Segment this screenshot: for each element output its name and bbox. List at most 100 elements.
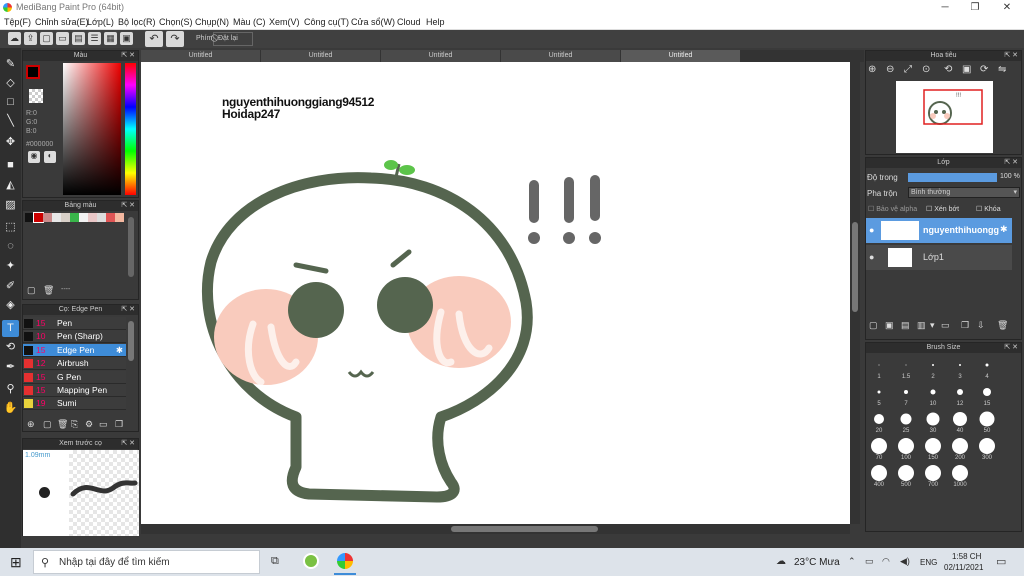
- palette-edit-icon[interactable]: ◐: [44, 151, 56, 163]
- gradient-tool-icon[interactable]: ▨: [2, 197, 19, 214]
- close-button[interactable]: ✕: [992, 0, 1022, 15]
- divide-tool-icon[interactable]: ✒: [2, 359, 19, 376]
- select-pen-icon[interactable]: ✐: [2, 278, 19, 295]
- panel-close-icon[interactable]: ⇱ ✕: [121, 201, 135, 211]
- horizontal-scroll-thumb[interactable]: [451, 526, 598, 532]
- app-icon-green[interactable]: [303, 553, 319, 569]
- frame-icon[interactable]: ▣: [120, 32, 133, 45]
- folder-icon[interactable]: ▭: [941, 320, 950, 331]
- panel-close-icon[interactable]: ⇱ ✕: [1004, 343, 1018, 353]
- brush-size-cell[interactable]: 30: [920, 408, 946, 434]
- brush-size-cell[interactable]: 1.5: [893, 354, 919, 380]
- brush-size-cell[interactable]: 100: [893, 435, 919, 461]
- tab-untitled-1[interactable]: Untitled: [141, 50, 261, 62]
- magic-wand-icon[interactable]: ✦: [2, 258, 19, 275]
- chevron-up-icon[interactable]: ⌃: [848, 556, 856, 567]
- comment-icon[interactable]: ▭: [56, 32, 69, 45]
- brush-delete-icon[interactable]: 🗑: [57, 419, 68, 430]
- new-layer-icon[interactable]: ▢: [869, 320, 878, 331]
- rotate-right-icon[interactable]: ⟳: [980, 64, 988, 75]
- color-saturation-field[interactable]: [63, 63, 121, 195]
- brush-size-cell[interactable]: 70: [866, 435, 892, 461]
- brush-folder-icon[interactable]: ▭: [99, 419, 108, 430]
- menu-view[interactable]: Xem(V): [269, 17, 300, 27]
- palette-picker-icon[interactable]: ◉: [28, 151, 40, 163]
- transparent-color-swatch[interactable]: [29, 89, 43, 103]
- menu-edit[interactable]: Chỉnh sửa(E): [35, 17, 89, 27]
- menu-file[interactable]: Tệp(F): [4, 17, 31, 27]
- hue-slider[interactable]: [125, 63, 136, 195]
- blend-mode-select[interactable]: Bình thường ▾: [908, 187, 1020, 198]
- brush-size-cell[interactable]: 500: [893, 462, 919, 488]
- select-eraser-icon[interactable]: ◈: [2, 297, 19, 314]
- minimize-button[interactable]: ─: [930, 0, 960, 15]
- brush-item-4[interactable]: 15 G Pen: [23, 371, 126, 384]
- brush-item-5[interactable]: 15 Mapping Pen: [23, 384, 126, 397]
- layer-row-text[interactable]: ● nguyenthihuongg ✱: [866, 218, 1012, 243]
- tab-untitled-3[interactable]: Untitled: [381, 50, 501, 62]
- new-canvas-icon[interactable]: ▢: [40, 32, 53, 45]
- volume-icon[interactable]: ◀): [900, 556, 910, 567]
- clipping-checkbox[interactable]: ☐ Xén bớt: [926, 205, 959, 213]
- new-1bit-layer-icon[interactable]: ▥: [917, 320, 926, 331]
- grid-icon[interactable]: ▦: [104, 32, 117, 45]
- panel-close-icon[interactable]: ⇱ ✕: [121, 51, 135, 61]
- undo-icon[interactable]: ↶: [145, 31, 163, 47]
- redo-icon[interactable]: ↷: [166, 31, 184, 47]
- weather-text[interactable]: 23°C Mưa: [794, 557, 840, 568]
- fill-rect-icon[interactable]: ■: [2, 157, 19, 174]
- brush-size-cell[interactable]: 1000: [947, 462, 973, 488]
- menu-cloud[interactable]: Cloud: [397, 17, 421, 27]
- brush-size-cell[interactable]: 300: [974, 435, 1000, 461]
- tab-untitled-2[interactable]: Untitled: [261, 50, 381, 62]
- horizontal-scrollbar[interactable]: [141, 524, 850, 534]
- menu-color[interactable]: Màu (C): [233, 17, 266, 27]
- delete-palette-icon[interactable]: 🗑: [43, 285, 54, 296]
- text-tool-icon[interactable]: T: [2, 320, 19, 337]
- actual-size-icon[interactable]: ⊙: [922, 64, 930, 75]
- tab-untitled-4[interactable]: Untitled: [501, 50, 621, 62]
- fit-icon[interactable]: ⤢: [904, 64, 912, 75]
- brush-size-cell[interactable]: 2: [920, 354, 946, 380]
- brush-size-cell[interactable]: 50: [974, 408, 1000, 434]
- brush-size-cell[interactable]: 40: [947, 408, 973, 434]
- menu-capture[interactable]: Chụp(N): [195, 17, 229, 27]
- merge-layer-icon[interactable]: ⇩: [977, 320, 985, 331]
- panel-close-icon[interactable]: ⇱ ✕: [121, 305, 135, 315]
- layer-dropdown-icon[interactable]: ▾: [930, 320, 935, 331]
- cloud-icon[interactable]: ☁: [8, 32, 21, 45]
- brush-new-icon[interactable]: ▢: [43, 419, 52, 430]
- zoom-in-icon[interactable]: ⊕: [868, 64, 876, 75]
- zoom-out-icon[interactable]: ⊖: [886, 64, 894, 75]
- brush-size-cell[interactable]: 25: [893, 408, 919, 434]
- brush-copy-icon[interactable]: ⎘: [71, 419, 78, 430]
- move-tool-icon[interactable]: ✥: [2, 134, 19, 151]
- brush-size-cell[interactable]: 12: [947, 381, 973, 407]
- menu-select[interactable]: Chọn(S): [159, 17, 193, 27]
- brush-size-cell[interactable]: 200: [947, 435, 973, 461]
- brush-item-1[interactable]: 10 Pen (Sharp): [23, 330, 126, 343]
- brush-item-2[interactable]: 15 Edge Pen ✱: [23, 344, 126, 357]
- taskbar-search[interactable]: ⚲ Nhập tại đây để tìm kiếm: [33, 550, 260, 574]
- flip-icon[interactable]: ⇋: [998, 64, 1006, 75]
- hand-tool-icon[interactable]: ✋: [2, 400, 19, 417]
- lasso-tool-icon[interactable]: ◌: [2, 238, 19, 255]
- brush-item-0[interactable]: 15 Pen: [23, 317, 126, 330]
- vertical-scroll-thumb[interactable]: [852, 222, 858, 312]
- alpha-protect-checkbox[interactable]: ☐ Bảo vệ alpha: [868, 205, 917, 213]
- menu-help[interactable]: Help: [426, 17, 445, 27]
- layer-settings-icon[interactable]: ✱: [1000, 224, 1008, 235]
- palette-scrollbar[interactable]: [128, 217, 134, 277]
- panel-icon[interactable]: ▤: [72, 32, 85, 45]
- task-view-icon[interactable]: ⧉: [271, 555, 279, 568]
- brush-size-cell[interactable]: 4: [974, 354, 1000, 380]
- rotate-left-icon[interactable]: ⟲: [944, 64, 952, 75]
- new-8bit-layer-icon[interactable]: ▤: [901, 320, 910, 331]
- brush-settings-gear-icon[interactable]: ✱: [116, 345, 123, 356]
- menu-filter[interactable]: Bộ lọc(R): [118, 17, 156, 27]
- opacity-slider[interactable]: [908, 173, 997, 182]
- shape-tool-icon[interactable]: □: [2, 94, 19, 111]
- brush-item-6[interactable]: 19 Sumi: [23, 397, 126, 410]
- brush-item-3[interactable]: 12 Airbrush: [23, 357, 126, 370]
- bucket-tool-icon[interactable]: ◭: [2, 177, 19, 194]
